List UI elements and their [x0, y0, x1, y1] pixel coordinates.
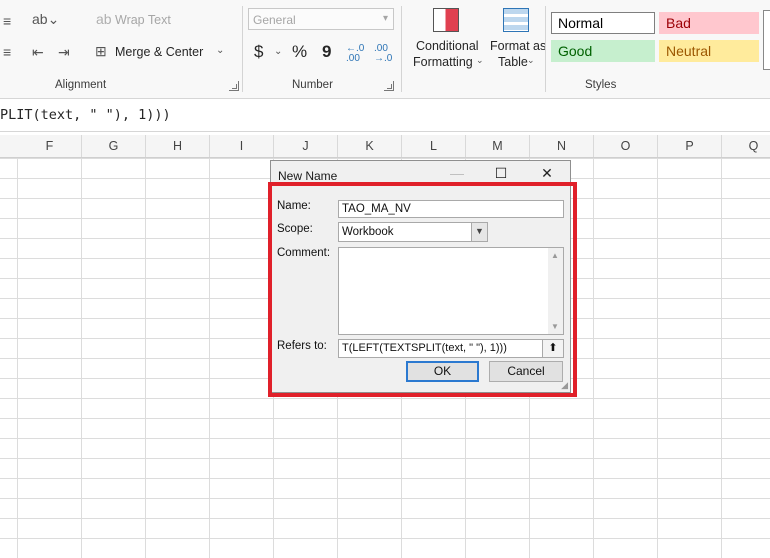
increase-indent-icon[interactable]: ⇥: [58, 45, 70, 59]
column-header-q[interactable]: Q: [722, 135, 770, 157]
number-format-select[interactable]: General ▾: [248, 8, 394, 30]
style-good[interactable]: Good: [551, 40, 655, 62]
column-headers: FGHIJKLMNOPQ: [0, 135, 770, 158]
chevron-down-icon[interactable]: ⌄: [216, 46, 224, 56]
number-launcher-icon[interactable]: [384, 81, 394, 91]
decrease-indent-icon[interactable]: ⇤: [32, 45, 44, 59]
wrap-text-icon: ab: [96, 11, 112, 27]
format-as-table-button[interactable]: Format as: [490, 39, 546, 53]
column-header-f[interactable]: F: [18, 135, 82, 157]
column-header-o[interactable]: O: [594, 135, 658, 157]
formula-bar-text: PLIT(text, " "), 1))): [0, 107, 171, 123]
currency-button[interactable]: $: [254, 42, 263, 62]
dialog-title: New Name: [278, 169, 338, 183]
styles-group-label: Styles: [585, 79, 617, 91]
conditional-formatting-button[interactable]: Conditional: [416, 39, 479, 53]
grid-line: [657, 158, 658, 558]
format-as-table-button-line2[interactable]: Table: [498, 55, 528, 69]
wrap-text-button[interactable]: Wrap Text: [115, 13, 171, 27]
grid-line: [17, 158, 18, 558]
style-normal[interactable]: Normal: [551, 12, 655, 34]
style-neutral[interactable]: Neutral: [659, 40, 759, 62]
column-header-h[interactable]: H: [146, 135, 210, 157]
formula-bar[interactable]: PLIT(text, " "), 1))): [0, 103, 770, 132]
conditional-formatting-button-line2[interactable]: Formatting: [413, 55, 473, 69]
chevron-down-icon: ⌄: [527, 55, 535, 65]
grid-line: [145, 158, 146, 558]
style-bad-label: Bad: [666, 15, 691, 31]
ribbon: ≡ ab⌄ ≡ ⇤ ⇥ ab Wrap Text ⊞ Merge & Cente…: [0, 0, 770, 99]
grid-line: [81, 158, 82, 558]
column-header-g[interactable]: G: [82, 135, 146, 157]
percent-button[interactable]: %: [292, 42, 307, 62]
column-header-m[interactable]: M: [466, 135, 530, 157]
column-header-j[interactable]: J: [274, 135, 338, 157]
column-header-n[interactable]: N: [530, 135, 594, 157]
style-normal-label: Normal: [558, 15, 604, 31]
align-icon[interactable]: ≡: [3, 14, 11, 28]
style-neutral-label: Neutral: [666, 43, 712, 59]
alignment-launcher-icon[interactable]: [229, 81, 239, 91]
increase-decimal-icon[interactable]: ←.0.00: [346, 44, 364, 64]
style-good-label: Good: [558, 43, 593, 59]
close-icon[interactable]: ✕: [535, 165, 559, 183]
comma-style-button[interactable]: 9: [322, 42, 331, 62]
merge-center-button[interactable]: Merge & Center: [115, 45, 203, 59]
divider: [545, 6, 546, 92]
highlight-box: [268, 182, 577, 397]
orientation-icon[interactable]: ab⌄: [32, 12, 59, 26]
grid-line: [721, 158, 722, 558]
column-header-p[interactable]: P: [658, 135, 722, 157]
conditional-formatting-icon: [433, 8, 461, 34]
minimize-icon: —: [450, 165, 464, 181]
divider: [401, 6, 402, 92]
number-group-label: Number: [292, 79, 333, 91]
chevron-down-icon[interactable]: ⌄: [274, 47, 282, 57]
decrease-decimal-icon[interactable]: .00 →.0: [374, 44, 392, 64]
chevron-down-icon: ⌄: [476, 55, 484, 65]
column-header-k[interactable]: K: [338, 135, 402, 157]
style-bad[interactable]: Bad: [659, 12, 759, 34]
format-as-table-icon: [503, 8, 531, 34]
merge-icon: ⊞: [95, 43, 107, 59]
maximize-icon[interactable]: ☐: [489, 165, 513, 183]
number-format-value: General: [253, 13, 296, 27]
column-header-i[interactable]: I: [210, 135, 274, 157]
align-right-icon[interactable]: ≡: [3, 45, 11, 59]
divider: [242, 6, 243, 92]
column-header-l[interactable]: L: [402, 135, 466, 157]
alignment-group-label: Alignment: [55, 79, 107, 91]
grid-line: [593, 158, 594, 558]
grid-line: [209, 158, 210, 558]
chevron-down-icon: ▾: [382, 13, 388, 24]
styles-gallery-scroll[interactable]: [763, 10, 770, 70]
